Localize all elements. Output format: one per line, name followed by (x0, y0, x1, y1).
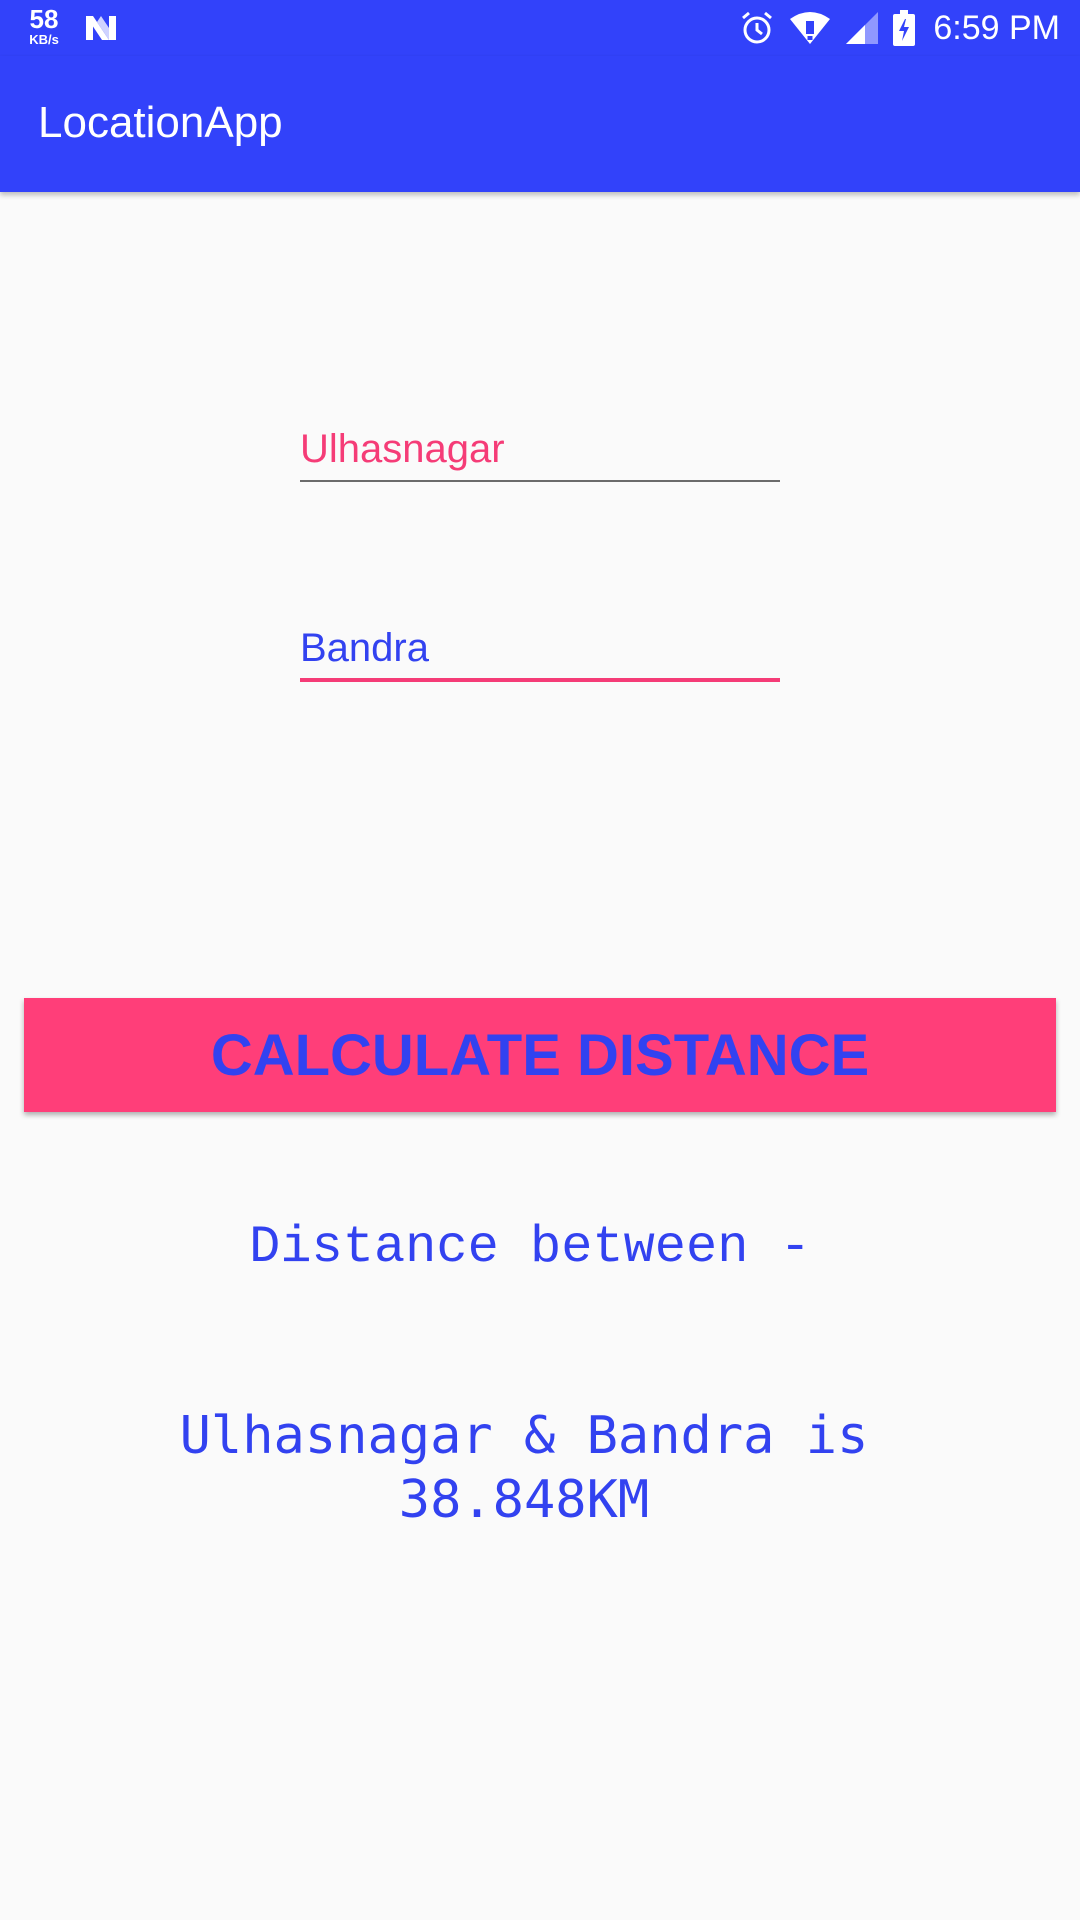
source-location-input[interactable] (300, 418, 780, 482)
status-bar: 58 KB/s 6:59 PM (0, 0, 1080, 56)
network-speed-value: 58 (29, 4, 59, 34)
result-heading: Distance between - (249, 1218, 811, 1277)
network-speed-unit: KB/s (29, 32, 59, 47)
app-bar: LocationApp (0, 56, 1080, 192)
alarm-icon (742, 11, 773, 44)
cell-signal-icon (846, 12, 879, 44)
n-notification-icon (86, 16, 116, 40)
calculate-distance-button[interactable]: CALCULATE DISTANCE (24, 998, 1056, 1112)
wifi-icon (790, 12, 831, 44)
clock: 6:59 PM (933, 8, 1060, 47)
destination-location-input[interactable] (300, 618, 780, 682)
distance-result: Ulhasnagar & Bandra is 38.848KM (0, 1404, 1048, 1532)
battery-icon (893, 10, 916, 46)
distance-result-line-2: 38.848KM (398, 1470, 650, 1530)
app-title: LocationApp (38, 98, 283, 147)
status-icons: 6:59 PM (739, 0, 1060, 56)
distance-result-line-1: Ulhasnagar & Bandra is (179, 1406, 869, 1466)
network-speed-indicator: 58 KB/s (22, 6, 66, 46)
